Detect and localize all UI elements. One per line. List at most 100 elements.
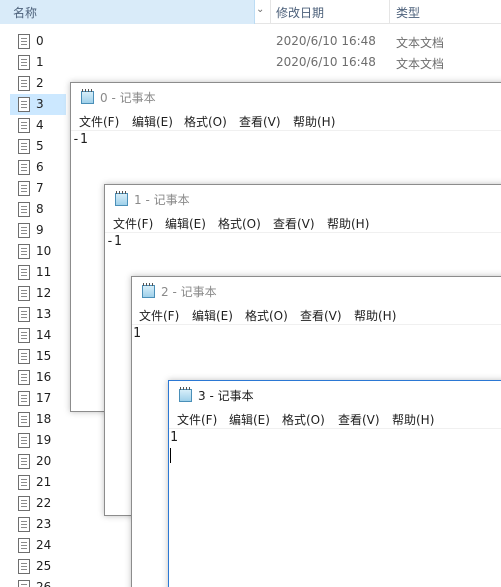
text-file-icon	[18, 223, 30, 238]
menu-file[interactable]: 文件(F)	[177, 411, 217, 428]
column-header-bar: 名称 ˆ ⌄ 修改日期 类型	[0, 0, 501, 24]
menu-view[interactable]: 查看(V)	[273, 215, 315, 232]
file-type: 文本文档	[396, 57, 445, 71]
menu-view[interactable]: 查看(V)	[300, 307, 342, 324]
notepad-icon	[179, 387, 192, 402]
text-file-icon	[18, 139, 30, 154]
menu-help[interactable]: 帮助(H)	[354, 307, 396, 324]
text-area[interactable]: 1	[133, 326, 141, 341]
text-area[interactable]: -1	[106, 234, 122, 249]
text-file-icon	[18, 55, 30, 70]
title-bar[interactable]: 1 - 记事本	[105, 185, 501, 213]
text-file-icon	[18, 391, 30, 406]
file-row[interactable]: 1 2020/6/10 16:48 文本文档	[0, 52, 501, 73]
file-name: 17	[36, 391, 52, 405]
menu-format[interactable]: 格式(O)	[218, 215, 261, 232]
text-file-icon	[18, 34, 30, 49]
file-name: 13	[36, 307, 52, 321]
menu-view[interactable]: 查看(V)	[338, 411, 380, 428]
file-name: 1	[36, 55, 44, 69]
menu-edit[interactable]: 编辑(E)	[192, 307, 233, 324]
text-area[interactable]: 1	[170, 430, 178, 445]
title-bar[interactable]: 3 - 记事本	[169, 381, 501, 409]
file-name: 20	[36, 454, 52, 468]
text-file-icon	[18, 328, 30, 343]
file-type: 文本文档	[396, 36, 445, 50]
title-bar[interactable]: 2 - 记事本	[132, 277, 501, 305]
menu-file[interactable]: 文件(F)	[139, 307, 179, 324]
window-title: 3 - 记事本	[198, 389, 254, 403]
column-header-type[interactable]: 类型	[396, 4, 420, 21]
menu-edit[interactable]: 编辑(E)	[229, 411, 270, 428]
menu-edit[interactable]: 编辑(E)	[165, 215, 206, 232]
file-name: 3	[36, 97, 44, 111]
text-file-icon	[18, 475, 30, 490]
notepad-icon	[115, 191, 128, 206]
menu-format[interactable]: 格式(O)	[184, 113, 227, 130]
column-header-date[interactable]: 修改日期	[276, 4, 324, 21]
file-name: 24	[36, 538, 52, 552]
text-file-icon	[18, 244, 30, 259]
window-title: 2 - 记事本	[161, 285, 217, 299]
text-file-icon	[18, 496, 30, 511]
menu-help[interactable]: 帮助(H)	[327, 215, 369, 232]
column-divider[interactable]	[270, 0, 271, 24]
text-file-icon	[18, 580, 30, 587]
text-file-icon	[18, 160, 30, 175]
menu-file[interactable]: 文件(F)	[79, 113, 119, 130]
column-header-name-label: 名称	[13, 6, 38, 20]
text-file-icon	[18, 181, 30, 196]
file-name: 0	[36, 34, 44, 48]
notepad-icon	[142, 283, 155, 298]
file-name: 12	[36, 286, 52, 300]
file-name: 18	[36, 412, 52, 426]
file-name: 9	[36, 223, 44, 237]
text-area[interactable]: -1	[72, 132, 88, 147]
text-file-icon	[18, 286, 30, 301]
menu-edit[interactable]: 编辑(E)	[132, 113, 173, 130]
file-name: 25	[36, 559, 52, 573]
notepad-icon	[81, 89, 94, 104]
text-file-icon	[18, 559, 30, 574]
window-title: 0 - 记事本	[100, 91, 156, 105]
menu-format[interactable]: 格式(O)	[282, 411, 325, 428]
menu-view[interactable]: 查看(V)	[239, 113, 281, 130]
file-name: 23	[36, 517, 52, 531]
file-name: 10	[36, 244, 52, 258]
file-date: 2020/6/10 16:48	[276, 55, 376, 69]
chevron-down-icon[interactable]: ⌄	[256, 4, 270, 15]
text-file-icon	[18, 349, 30, 364]
text-file-icon	[18, 433, 30, 448]
menu-bar: 文件(F) 编辑(E) 格式(O) 查看(V) 帮助(H)	[169, 409, 501, 429]
file-name: 21	[36, 475, 52, 489]
file-name: 16	[36, 370, 52, 384]
file-name: 26	[36, 580, 52, 587]
window-title: 1 - 记事本	[134, 193, 190, 207]
file-name: 2	[36, 76, 44, 90]
text-file-icon	[18, 454, 30, 469]
menu-format[interactable]: 格式(O)	[245, 307, 288, 324]
menu-help[interactable]: 帮助(H)	[293, 113, 335, 130]
column-header-name[interactable]: 名称 ˆ	[0, 0, 255, 24]
menu-bar: 文件(F) 编辑(E) 格式(O) 查看(V) 帮助(H)	[132, 305, 501, 325]
menu-bar: 文件(F) 编辑(E) 格式(O) 查看(V) 帮助(H)	[105, 213, 501, 233]
text-file-icon	[18, 202, 30, 217]
title-bar[interactable]: 0 - 记事本	[71, 83, 501, 111]
column-divider[interactable]	[389, 0, 390, 24]
file-name: 8	[36, 202, 44, 216]
file-name: 19	[36, 433, 52, 447]
file-name: 5	[36, 139, 44, 153]
file-name: 7	[36, 181, 44, 195]
text-file-icon	[18, 307, 30, 322]
file-date: 2020/6/10 16:48	[276, 34, 376, 48]
file-name: 11	[36, 265, 52, 279]
file-row[interactable]: 0 2020/6/10 16:48 文本文档	[0, 31, 501, 52]
menu-file[interactable]: 文件(F)	[113, 215, 153, 232]
file-name: 22	[36, 496, 52, 510]
file-name: 15	[36, 349, 52, 363]
file-name: 6	[36, 160, 44, 174]
menu-help[interactable]: 帮助(H)	[392, 411, 434, 428]
file-name: 14	[36, 328, 52, 342]
notepad-window-3[interactable]: 3 - 记事本 文件(F) 编辑(E) 格式(O) 查看(V) 帮助(H) 1	[168, 380, 501, 587]
text-file-icon	[18, 265, 30, 280]
